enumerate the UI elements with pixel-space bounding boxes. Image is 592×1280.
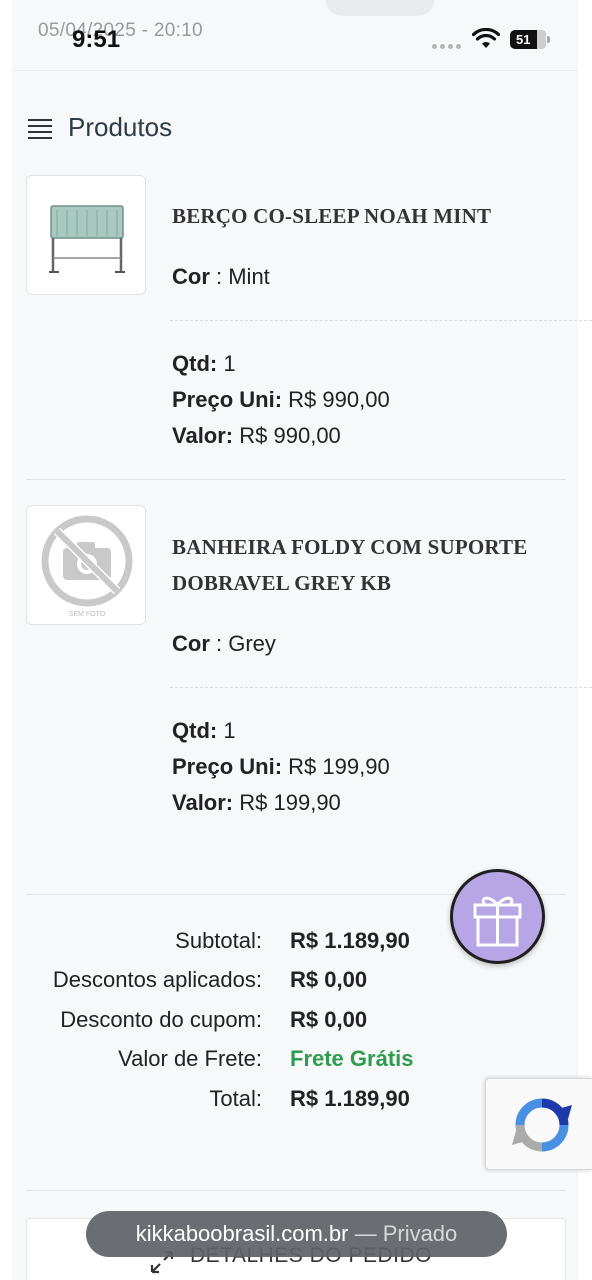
subtotal-label: Subtotal: [175,928,262,953]
product-unit-price: Preço Uni: R$ 990,00 [172,387,390,412]
discounts-label: Descontos aplicados: [52,967,262,992]
dynamic-island [326,0,434,16]
product-value: Valor: R$ 990,00 [172,423,341,448]
product-image[interactable]: SEM FOTO [26,505,146,625]
wifi-icon [472,28,500,48]
subtotal-value: R$ 1.189,90 [290,928,410,953]
color-value: Mint [228,264,270,289]
product-color: Cor : Grey [172,631,276,656]
list-icon [28,117,52,139]
signal-dots-icon [432,44,461,49]
color-label: Cor [172,631,210,656]
screenshot-timestamp: 05/04/2025 - 20:10 [38,20,203,41]
section-header: Produtos [28,112,172,143]
status-time: 9:51 [72,26,121,53]
gift-button[interactable] [450,869,545,964]
coupon-row: Desconto do cupom: R$ 0,00 [0,1007,592,1047]
private-mode-label: Privado [382,1221,458,1246]
divider [170,687,592,688]
shipping-label: Valor de Frete: [118,1046,262,1071]
total-label: Total: [209,1086,262,1111]
coupon-label: Desconto do cupom: [60,1007,262,1032]
product-name[interactable]: BANHEIRA FOLDY COM SUPORTE DOBRAVEL GREY… [172,529,527,601]
coupon-value: R$ 0,00 [290,1007,368,1032]
product-name[interactable]: BERÇO CO-SLEEP NOAH MINT [172,198,491,234]
discounts-value: R$ 0,00 [290,967,368,992]
crib-image [49,205,125,273]
color-label: Cor [172,264,210,289]
recaptcha-icon [512,1098,572,1152]
battery-icon: 51 [510,30,550,49]
product-qty: Qtd: 1 [172,718,236,743]
browser-url-bar[interactable]: kikkaboobrasil.com.br — Privado [86,1211,507,1257]
url-text: kikkaboobrasil.com.br [135,1221,349,1246]
product-color: Cor : Mint [172,264,270,289]
divider [170,320,592,321]
discounts-row: Descontos aplicados: R$ 0,00 [0,967,592,1007]
no-photo-icon: SEM FOTO [41,515,133,618]
product-image[interactable] [26,175,146,295]
product-qty: Qtd: 1 [172,351,236,376]
no-photo-caption: SEM FOTO [69,611,106,618]
recaptcha-badge[interactable] [485,1078,592,1170]
battery-level: 51 [516,32,531,47]
total-value: R$ 1.189,90 [290,1086,410,1111]
divider [26,1190,566,1191]
divider [26,479,566,480]
status-bar: 05/04/2025 - 20:10 9:51 51 [0,0,592,70]
gift-icon [473,896,522,947]
product-unit-price: Preço Uni: R$ 199,90 [172,754,390,779]
color-value: Grey [228,631,276,656]
shipping-value: Frete Grátis [290,1046,414,1071]
product-value: Valor: R$ 199,90 [172,790,341,815]
divider [12,70,578,71]
section-title: Produtos [68,112,173,142]
